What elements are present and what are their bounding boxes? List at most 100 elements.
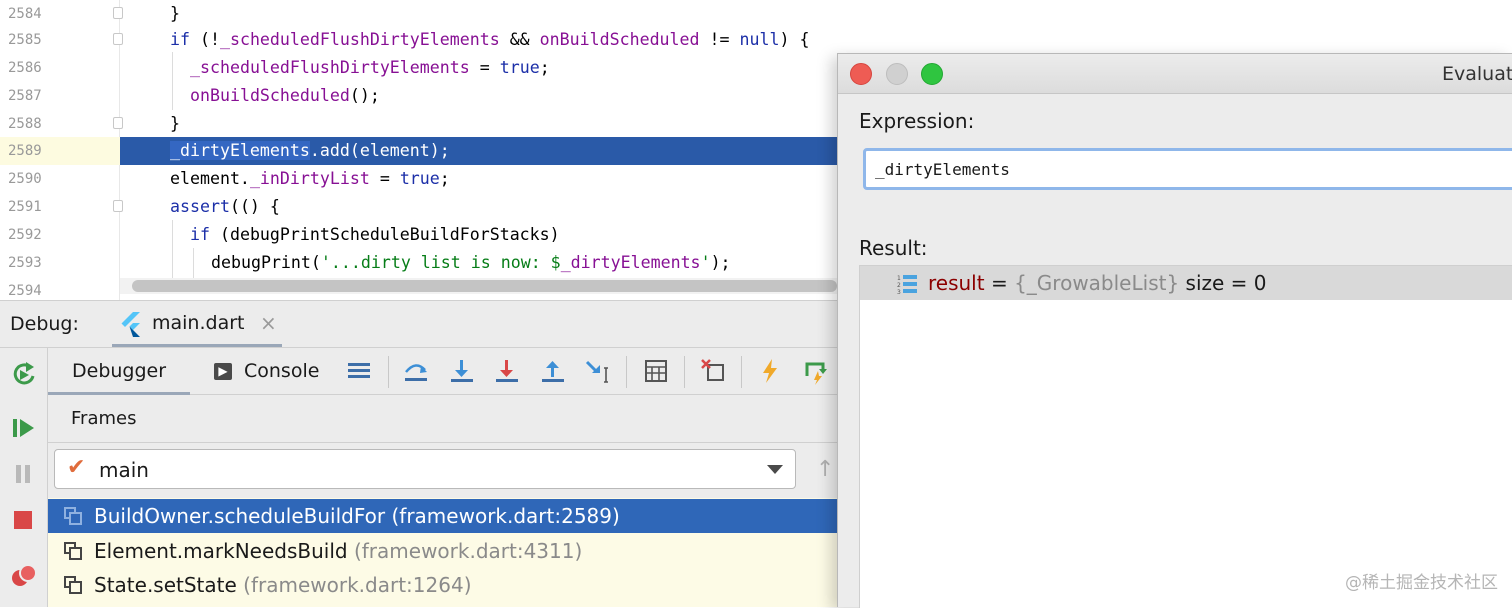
frame-label: BuildOwner.scheduleBuildFor (framework.d… xyxy=(94,504,620,528)
debug-label: Debug: xyxy=(10,313,79,335)
line-number: 2587 xyxy=(8,88,42,104)
frame-row[interactable]: Element.markNeedsBuild (framework.dart:4… xyxy=(48,534,837,568)
up-arrow-icon[interactable]: ↑ xyxy=(816,457,834,482)
result-name: result xyxy=(928,271,985,295)
code-line[interactable]: 2587 onBuildScheduled(); xyxy=(0,82,965,110)
code-token: ) { xyxy=(779,30,810,49)
step-over-icon[interactable] xyxy=(401,356,431,386)
line-number: 2592 xyxy=(8,227,42,243)
string-token: '...dirty list is now: $ xyxy=(320,253,561,272)
code-text: debugPrint('...dirty list is now: $_dirt… xyxy=(211,252,731,274)
close-tab-icon[interactable]: × xyxy=(260,311,277,335)
watermark: @稀土掘金技术社区 xyxy=(1345,573,1498,593)
field-token: _scheduledFlushDirtyElements xyxy=(190,58,470,77)
close-window-button[interactable] xyxy=(850,63,872,85)
resume-icon[interactable] xyxy=(8,412,40,444)
code-token: && xyxy=(499,30,540,49)
code-token: (() { xyxy=(229,197,280,216)
evaluate-expression-icon[interactable] xyxy=(641,356,671,386)
fold-marker-icon[interactable] xyxy=(113,200,123,212)
frame-method: State.setState xyxy=(94,573,237,597)
dialog-titlebar[interactable]: Evaluat xyxy=(838,54,1512,94)
line-number: 2584 xyxy=(8,6,42,22)
field-token: onBuildScheduled xyxy=(539,30,700,49)
step-into-icon[interactable] xyxy=(447,356,477,386)
code-text: element._inDirtyList = true; xyxy=(170,168,450,190)
code-token: ; xyxy=(439,169,450,188)
pause-icon[interactable] xyxy=(8,458,40,490)
thread-selector-row: ✔ main ↑ xyxy=(48,443,837,498)
code-line[interactable]: 2586 _scheduledFlushDirtyElements = true… xyxy=(0,54,965,82)
code-text: onBuildScheduled(); xyxy=(190,85,380,107)
keyword: true xyxy=(399,169,440,188)
view-breakpoints-icon[interactable] xyxy=(8,560,40,592)
code-token: (); xyxy=(349,86,380,105)
dialog-title: Evaluat xyxy=(1442,63,1512,85)
evaluate-dialog: Evaluat Expression: Result: 1 2 3 result… xyxy=(837,53,1512,608)
code-line[interactable]: 2593 debugPrint('...dirty list is now: $… xyxy=(0,249,965,277)
frame-location: (framework.dart:4311) xyxy=(353,539,583,563)
code-line[interactable]: 2585 if (!_scheduledFlushDirtyElements &… xyxy=(0,26,965,54)
check-icon: ✔ xyxy=(67,455,86,480)
step-out-icon[interactable] xyxy=(538,356,568,386)
code-text: _dirtyElements.add(element); xyxy=(170,140,450,162)
field-token: _inDirtyList xyxy=(249,169,370,188)
code-line[interactable]: 2588 } xyxy=(0,110,965,138)
frame-label: Element.markNeedsBuild (framework.dart:4… xyxy=(94,539,582,563)
fold-marker-icon[interactable] xyxy=(113,117,123,129)
field-token: _scheduledFlushDirtyElements xyxy=(219,30,500,49)
svg-text:2: 2 xyxy=(897,282,901,289)
run-to-cursor-icon[interactable] xyxy=(583,356,613,386)
code-editor[interactable]: 2584 } 2585 if (!_scheduledFlushDirtyEle… xyxy=(0,0,965,300)
code-line[interactable]: 2584 } xyxy=(0,0,965,28)
stop-icon[interactable] xyxy=(8,504,40,536)
frame-row-selected[interactable]: BuildOwner.scheduleBuildFor (framework.d… xyxy=(48,499,837,533)
line-number: 2586 xyxy=(8,60,42,76)
result-eq: = xyxy=(984,271,1015,295)
keyword: assert xyxy=(170,197,230,216)
code-line[interactable]: 2590 element._inDirtyList = true; xyxy=(0,165,965,193)
frames-list[interactable]: BuildOwner.scheduleBuildFor (framework.d… xyxy=(48,498,837,607)
minimize-window-button[interactable] xyxy=(886,63,908,85)
mute-breakpoints-icon[interactable] xyxy=(698,356,728,386)
hot-reload-icon[interactable] xyxy=(755,356,785,386)
tab-main-dart[interactable]: main.dart × xyxy=(112,301,282,347)
line-number: 2585 xyxy=(8,32,42,48)
toolbar-separator xyxy=(626,356,627,388)
result-row[interactable]: 1 2 3 result = {_GrowableList} size = 0 xyxy=(860,266,1512,300)
result-label: Result: xyxy=(859,236,928,260)
show-execution-point-icon[interactable] xyxy=(344,356,374,386)
tab-debugger[interactable]: Debugger xyxy=(48,348,190,395)
selected-text: _dirtyElements xyxy=(170,141,310,160)
fold-marker-icon[interactable] xyxy=(113,33,123,45)
code-line[interactable]: 2592 if (debugPrintScheduleBuildForStack… xyxy=(0,221,965,249)
code-text: if (debugPrintScheduleBuildForStacks) xyxy=(190,224,560,246)
code-token: != xyxy=(699,30,740,49)
code-line[interactable]: 2591 assert(() { xyxy=(0,193,965,221)
code-token: (debugPrintScheduleBuildForStacks) xyxy=(209,225,560,244)
maximize-window-button[interactable] xyxy=(921,63,943,85)
line-number: 2590 xyxy=(8,171,42,187)
code-token: = xyxy=(469,58,500,77)
horizontal-scrollbar-thumb[interactable] xyxy=(132,280,837,292)
thread-dropdown[interactable]: ✔ main xyxy=(54,449,796,489)
code-text: if (!_scheduledFlushDirtyElements && onB… xyxy=(170,29,809,51)
indent-guide xyxy=(193,248,194,278)
line-number: 2589 xyxy=(8,143,42,159)
svg-text:3: 3 xyxy=(897,289,901,295)
frame-row[interactable]: State.setState (framework.dart:1264) xyxy=(48,568,837,602)
result-tree[interactable]: 1 2 3 result = {_GrowableList} size = 0 xyxy=(859,265,1512,608)
line-number: 2591 xyxy=(8,199,42,215)
svg-text:1: 1 xyxy=(897,275,901,282)
tab-console[interactable]: ▶ Console xyxy=(208,348,338,395)
force-step-into-icon[interactable] xyxy=(492,356,522,386)
line-number: 2593 xyxy=(8,255,42,271)
expression-input[interactable] xyxy=(863,148,1512,190)
indent-guide xyxy=(172,220,173,280)
rerun-icon[interactable] xyxy=(8,358,40,390)
result-type: {_GrowableList} xyxy=(1014,271,1180,295)
hot-restart-icon[interactable] xyxy=(800,356,830,386)
tab-label: main.dart xyxy=(152,312,245,334)
code-line-current[interactable]: 2589 _dirtyElements.add(element); xyxy=(0,137,965,165)
fold-marker-icon[interactable] xyxy=(113,7,123,19)
